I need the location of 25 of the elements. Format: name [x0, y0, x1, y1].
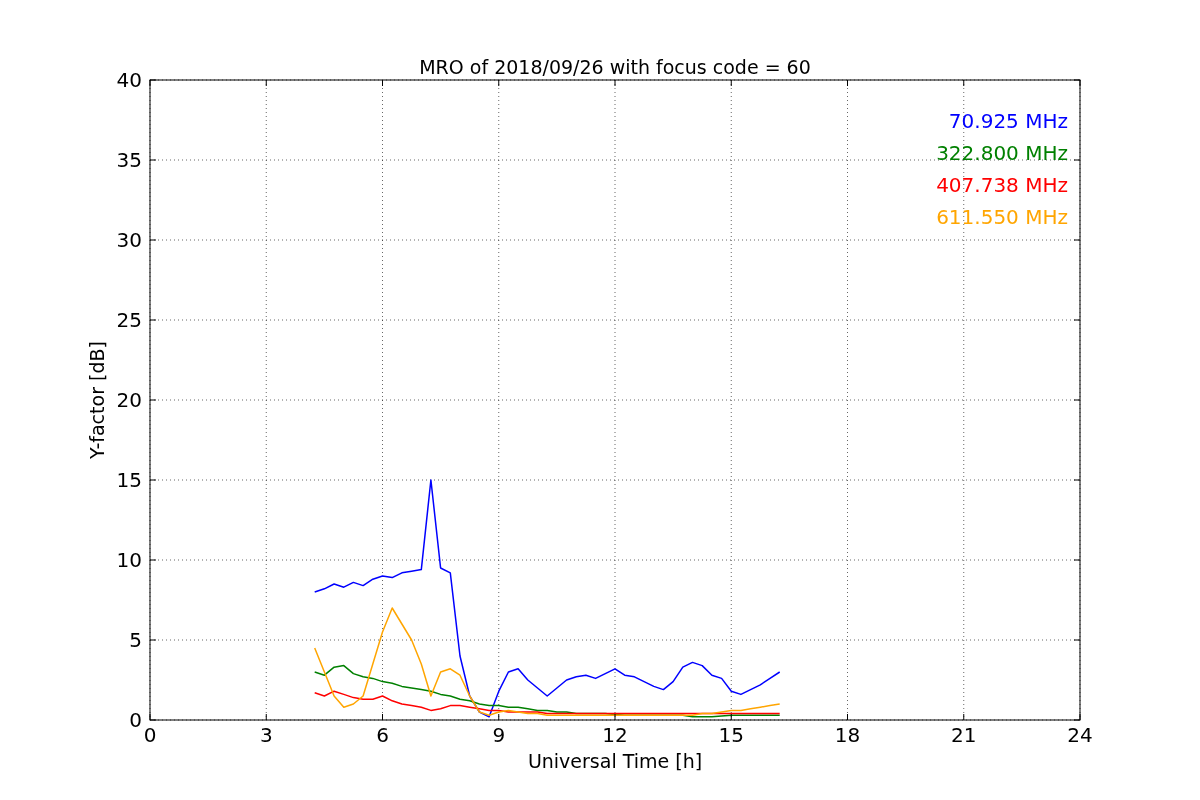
y-tick-label: 15 — [116, 468, 142, 492]
y-tick-label: 0 — [129, 708, 142, 732]
legend-label: 407.738 MHz — [936, 173, 1068, 197]
x-tick-label: 21 — [951, 723, 977, 747]
legend-label: 611.550 MHz — [936, 205, 1068, 229]
chart-title: MRO of 2018/09/26 with focus code = 60 — [419, 56, 811, 78]
x-tick-label: 6 — [376, 723, 389, 747]
y-tick-label: 35 — [116, 148, 142, 172]
x-tick-label: 0 — [143, 723, 157, 747]
x-tick-label: 15 — [718, 723, 744, 747]
legend-label: 322.800 MHz — [936, 141, 1068, 165]
y-tick-label: 10 — [116, 548, 142, 572]
x-tick-label: 12 — [602, 723, 628, 747]
x-tick-label: 3 — [259, 723, 273, 747]
y-tick-label: 25 — [116, 308, 142, 332]
x-axis-label: Universal Time [h] — [527, 750, 703, 772]
x-tick-label: 18 — [834, 723, 861, 747]
y-axis-label: Y-factor [dB] — [86, 341, 108, 459]
y-tick-label: 30 — [116, 228, 142, 252]
x-tick-label: 24 — [1067, 723, 1093, 747]
y-tick-label: 20 — [116, 388, 142, 412]
x-tick-label: 9 — [492, 723, 506, 747]
y-tick-label: 40 — [116, 68, 142, 92]
legend-label: 70.925 MHz — [948, 109, 1068, 133]
y-tick-label: 5 — [129, 628, 142, 652]
